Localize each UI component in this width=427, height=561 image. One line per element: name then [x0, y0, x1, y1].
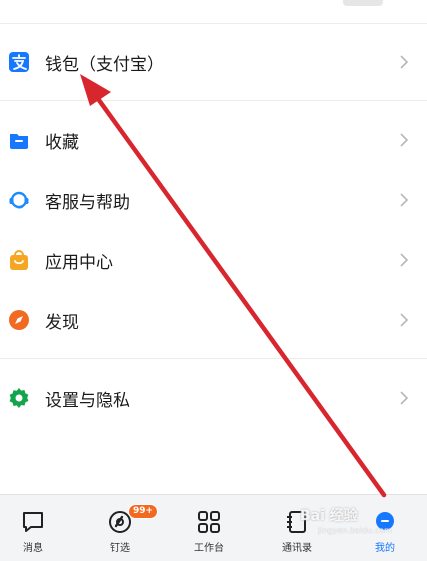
chevron-right-icon [399, 54, 409, 70]
tab-label: 我的 [375, 543, 395, 554]
menu-item-app-center[interactable]: 应用中心 [0, 232, 427, 288]
divider [0, 23, 427, 24]
menu-label-wallet: 钱包（支付宝） [45, 54, 164, 75]
tab-messages[interactable]: 消息 [0, 495, 68, 561]
chevron-right-icon [399, 192, 409, 208]
menu-item-support[interactable]: 客服与帮助 [0, 172, 427, 228]
tab-label: 消息 [23, 543, 43, 554]
menu-item-favorites[interactable]: 收藏 [0, 112, 427, 168]
alipay-icon [8, 51, 30, 73]
menu-label-discover: 发现 [45, 312, 79, 333]
top-chip [343, 0, 383, 6]
top-strip [0, 0, 427, 22]
tab-workbench[interactable]: 工作台 [174, 495, 244, 561]
watermark: Bai 经验 [300, 508, 358, 524]
chat-bubble-icon [20, 509, 46, 535]
watermark-url: jingyan.baidu.com [318, 526, 392, 535]
chevron-right-icon [399, 390, 409, 406]
divider [0, 100, 427, 101]
grid-icon [196, 509, 222, 535]
chevron-right-icon [399, 312, 409, 328]
chevron-right-icon [399, 252, 409, 268]
menu-label-favorites: 收藏 [45, 132, 79, 153]
chevron-right-icon [399, 132, 409, 148]
tab-ding[interactable]: 99+ 钉选 [85, 495, 159, 561]
tab-label: 工作台 [194, 543, 224, 554]
folder-icon [8, 129, 30, 151]
menu-label-settings: 设置与隐私 [45, 390, 130, 411]
gear-icon [8, 387, 30, 409]
divider [0, 358, 427, 359]
menu-item-discover[interactable]: 发现 [0, 292, 427, 348]
notification-badge: 99+ [128, 504, 159, 519]
menu-item-settings[interactable]: 设置与隐私 [0, 370, 427, 426]
compass-icon [8, 309, 30, 331]
headset-icon [8, 189, 30, 211]
menu-label-support: 客服与帮助 [45, 192, 130, 213]
menu-item-wallet[interactable]: 钱包（支付宝） [0, 34, 427, 90]
shopping-bag-icon [8, 249, 30, 271]
tab-label: 通讯录 [282, 543, 312, 554]
tab-label: 钉选 [110, 543, 130, 554]
menu-label-app-center: 应用中心 [45, 252, 113, 273]
